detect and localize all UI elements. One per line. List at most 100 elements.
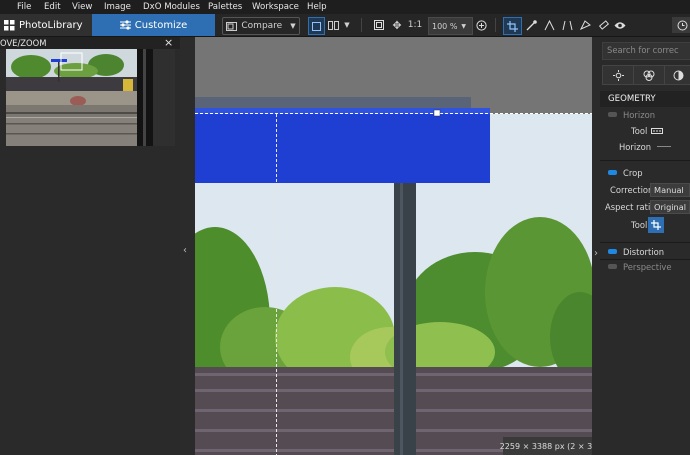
aspect-ratio-dropdown[interactable]: Original <box>650 199 690 214</box>
navigator-pole-strip <box>137 49 153 146</box>
move-icon[interactable]: ✥ <box>390 17 404 33</box>
color-palette-button[interactable] <box>633 65 665 85</box>
image-size-status: 2259 × 3388 px (2 × 3) <box>500 437 592 455</box>
aspect-ratio-value: Original <box>654 201 687 212</box>
zoom-field[interactable]: 100 % ▼ <box>428 17 473 35</box>
compare-icon <box>226 21 238 31</box>
left-panel: OVE/ZOOM × <box>0 36 180 455</box>
navigator-side <box>153 49 175 146</box>
tab-photolibrary[interactable]: PhotoLibrary <box>0 14 92 36</box>
zoom-in-button[interactable] <box>474 17 488 33</box>
grid-icon <box>4 19 15 30</box>
crop-label: Crop <box>623 167 643 178</box>
eyedropper-icon <box>526 19 537 30</box>
collapse-left-icon[interactable]: ‹ <box>183 245 187 256</box>
navigator-header: OVE/ZOOM × <box>0 36 180 49</box>
horizon-tool-row: Tool <box>600 123 690 138</box>
menu-bar: File Edit View Image DxO Modules Palette… <box>0 0 690 14</box>
correction-dropdown[interactable]: Manual <box>650 182 690 197</box>
local-adjustments-button[interactable] <box>578 17 592 33</box>
collapse-right-icon[interactable]: › <box>594 248 598 259</box>
menu-edit[interactable]: Edit <box>44 2 61 12</box>
right-panel: Search for correc GEOMETRY Horizon Tool … <box>600 37 690 455</box>
detail-icon <box>673 70 683 80</box>
crop-tool-toggle-button[interactable] <box>648 217 664 233</box>
history-button[interactable] <box>672 17 690 33</box>
zoom-in-icon <box>475 19 487 31</box>
crop-tool-row: Tool <box>600 217 690 232</box>
menu-view[interactable]: View <box>72 2 92 12</box>
compare-label: Compare <box>241 21 283 31</box>
crop-icon <box>651 220 661 230</box>
chevron-down-icon: ▼ <box>290 22 296 30</box>
crop-tool-button[interactable] <box>503 17 522 35</box>
aspect-ratio-row: Aspect ratio Original <box>600 199 690 214</box>
geometry-header[interactable]: GEOMETRY <box>600 91 690 107</box>
history-icon <box>677 20 687 30</box>
horizon-slider[interactable] <box>657 146 672 147</box>
horizon-slider-label: Horizon <box>619 141 652 152</box>
menu-workspace[interactable]: Workspace <box>252 2 299 12</box>
horizon-label: Horizon <box>623 109 656 120</box>
horizon-row[interactable]: Horizon <box>600 107 690 122</box>
preview-toggle-button[interactable] <box>613 17 627 33</box>
horizon-level-icon[interactable] <box>651 127 664 135</box>
perspective-toggle[interactable] <box>608 264 617 269</box>
detail-palette-button[interactable] <box>664 65 690 85</box>
navigator-title: OVE/ZOOM <box>0 38 47 48</box>
correction-value: Manual <box>654 184 684 195</box>
toolbar: PhotoLibrary Customize Compare ▼ ▼ ✥ 1:1… <box>0 14 690 37</box>
local-adjustments-icon <box>579 19 591 30</box>
divider <box>600 160 690 161</box>
menu-file[interactable]: File <box>17 2 31 12</box>
sun-icon <box>612 69 624 81</box>
view-mode-chevron-icon[interactable]: ▼ <box>342 17 352 33</box>
single-view-button[interactable] <box>308 17 325 35</box>
menu-help[interactable]: Help <box>307 2 327 12</box>
navigator-thumbnail-image <box>6 49 137 146</box>
fit-screen-icon <box>374 20 384 30</box>
crop-toggle[interactable] <box>608 170 617 175</box>
menu-image[interactable]: Image <box>104 2 131 12</box>
split-view-button[interactable] <box>325 17 341 33</box>
single-view-icon <box>312 21 321 31</box>
tab-customize-label: Customize <box>134 19 188 31</box>
color-circles-icon <box>643 70 655 81</box>
split-view-icon <box>327 20 339 30</box>
horizon-tool-label: Tool <box>631 125 648 136</box>
correction-label: Correction <box>610 184 654 195</box>
toolbar-divider <box>495 18 496 32</box>
crop-icon <box>507 20 518 32</box>
perspective-tool-button[interactable] <box>560 17 574 33</box>
perspective-row[interactable]: Perspective <box>600 259 690 274</box>
crop-tool-label: Tool <box>631 219 648 230</box>
repair-tool-button[interactable] <box>596 17 610 33</box>
horizon-slider-row: Horizon <box>600 139 690 154</box>
one-to-one-button[interactable]: 1:1 <box>407 17 423 33</box>
navigator-close-icon[interactable]: × <box>164 36 173 49</box>
divider <box>600 242 690 243</box>
tab-customize[interactable]: Customize <box>92 14 215 36</box>
light-palette-button[interactable] <box>602 65 634 85</box>
compare-button[interactable]: Compare ▼ <box>222 17 300 35</box>
tab-photolibrary-label: PhotoLibrary <box>19 19 83 31</box>
distortion-row[interactable]: Distortion <box>600 244 690 259</box>
aspect-ratio-label: Aspect ratio <box>605 201 656 212</box>
navigator-thumbnail[interactable] <box>6 49 137 146</box>
toolbar-divider <box>361 18 362 32</box>
menu-palettes[interactable]: Palettes <box>208 2 242 12</box>
eraser-icon <box>598 19 609 30</box>
horizon-tool-button[interactable] <box>542 17 556 33</box>
fit-screen-button[interactable] <box>372 17 386 33</box>
horizon-icon <box>544 19 554 30</box>
search-box[interactable]: Search for correc <box>602 42 690 60</box>
distortion-label: Distortion <box>623 246 665 257</box>
distortion-toggle[interactable] <box>608 249 617 254</box>
menu-dxo-modules[interactable]: DxO Modules <box>143 2 200 12</box>
search-input[interactable]: Search for correc <box>607 45 679 55</box>
image-viewer[interactable]: 2259 × 3388 px (2 × 3) <box>195 37 592 455</box>
crop-row[interactable]: Crop <box>600 165 690 180</box>
white-balance-picker-button[interactable] <box>524 17 538 33</box>
horizon-toggle[interactable] <box>608 112 617 117</box>
photo-canvas <box>195 37 592 455</box>
